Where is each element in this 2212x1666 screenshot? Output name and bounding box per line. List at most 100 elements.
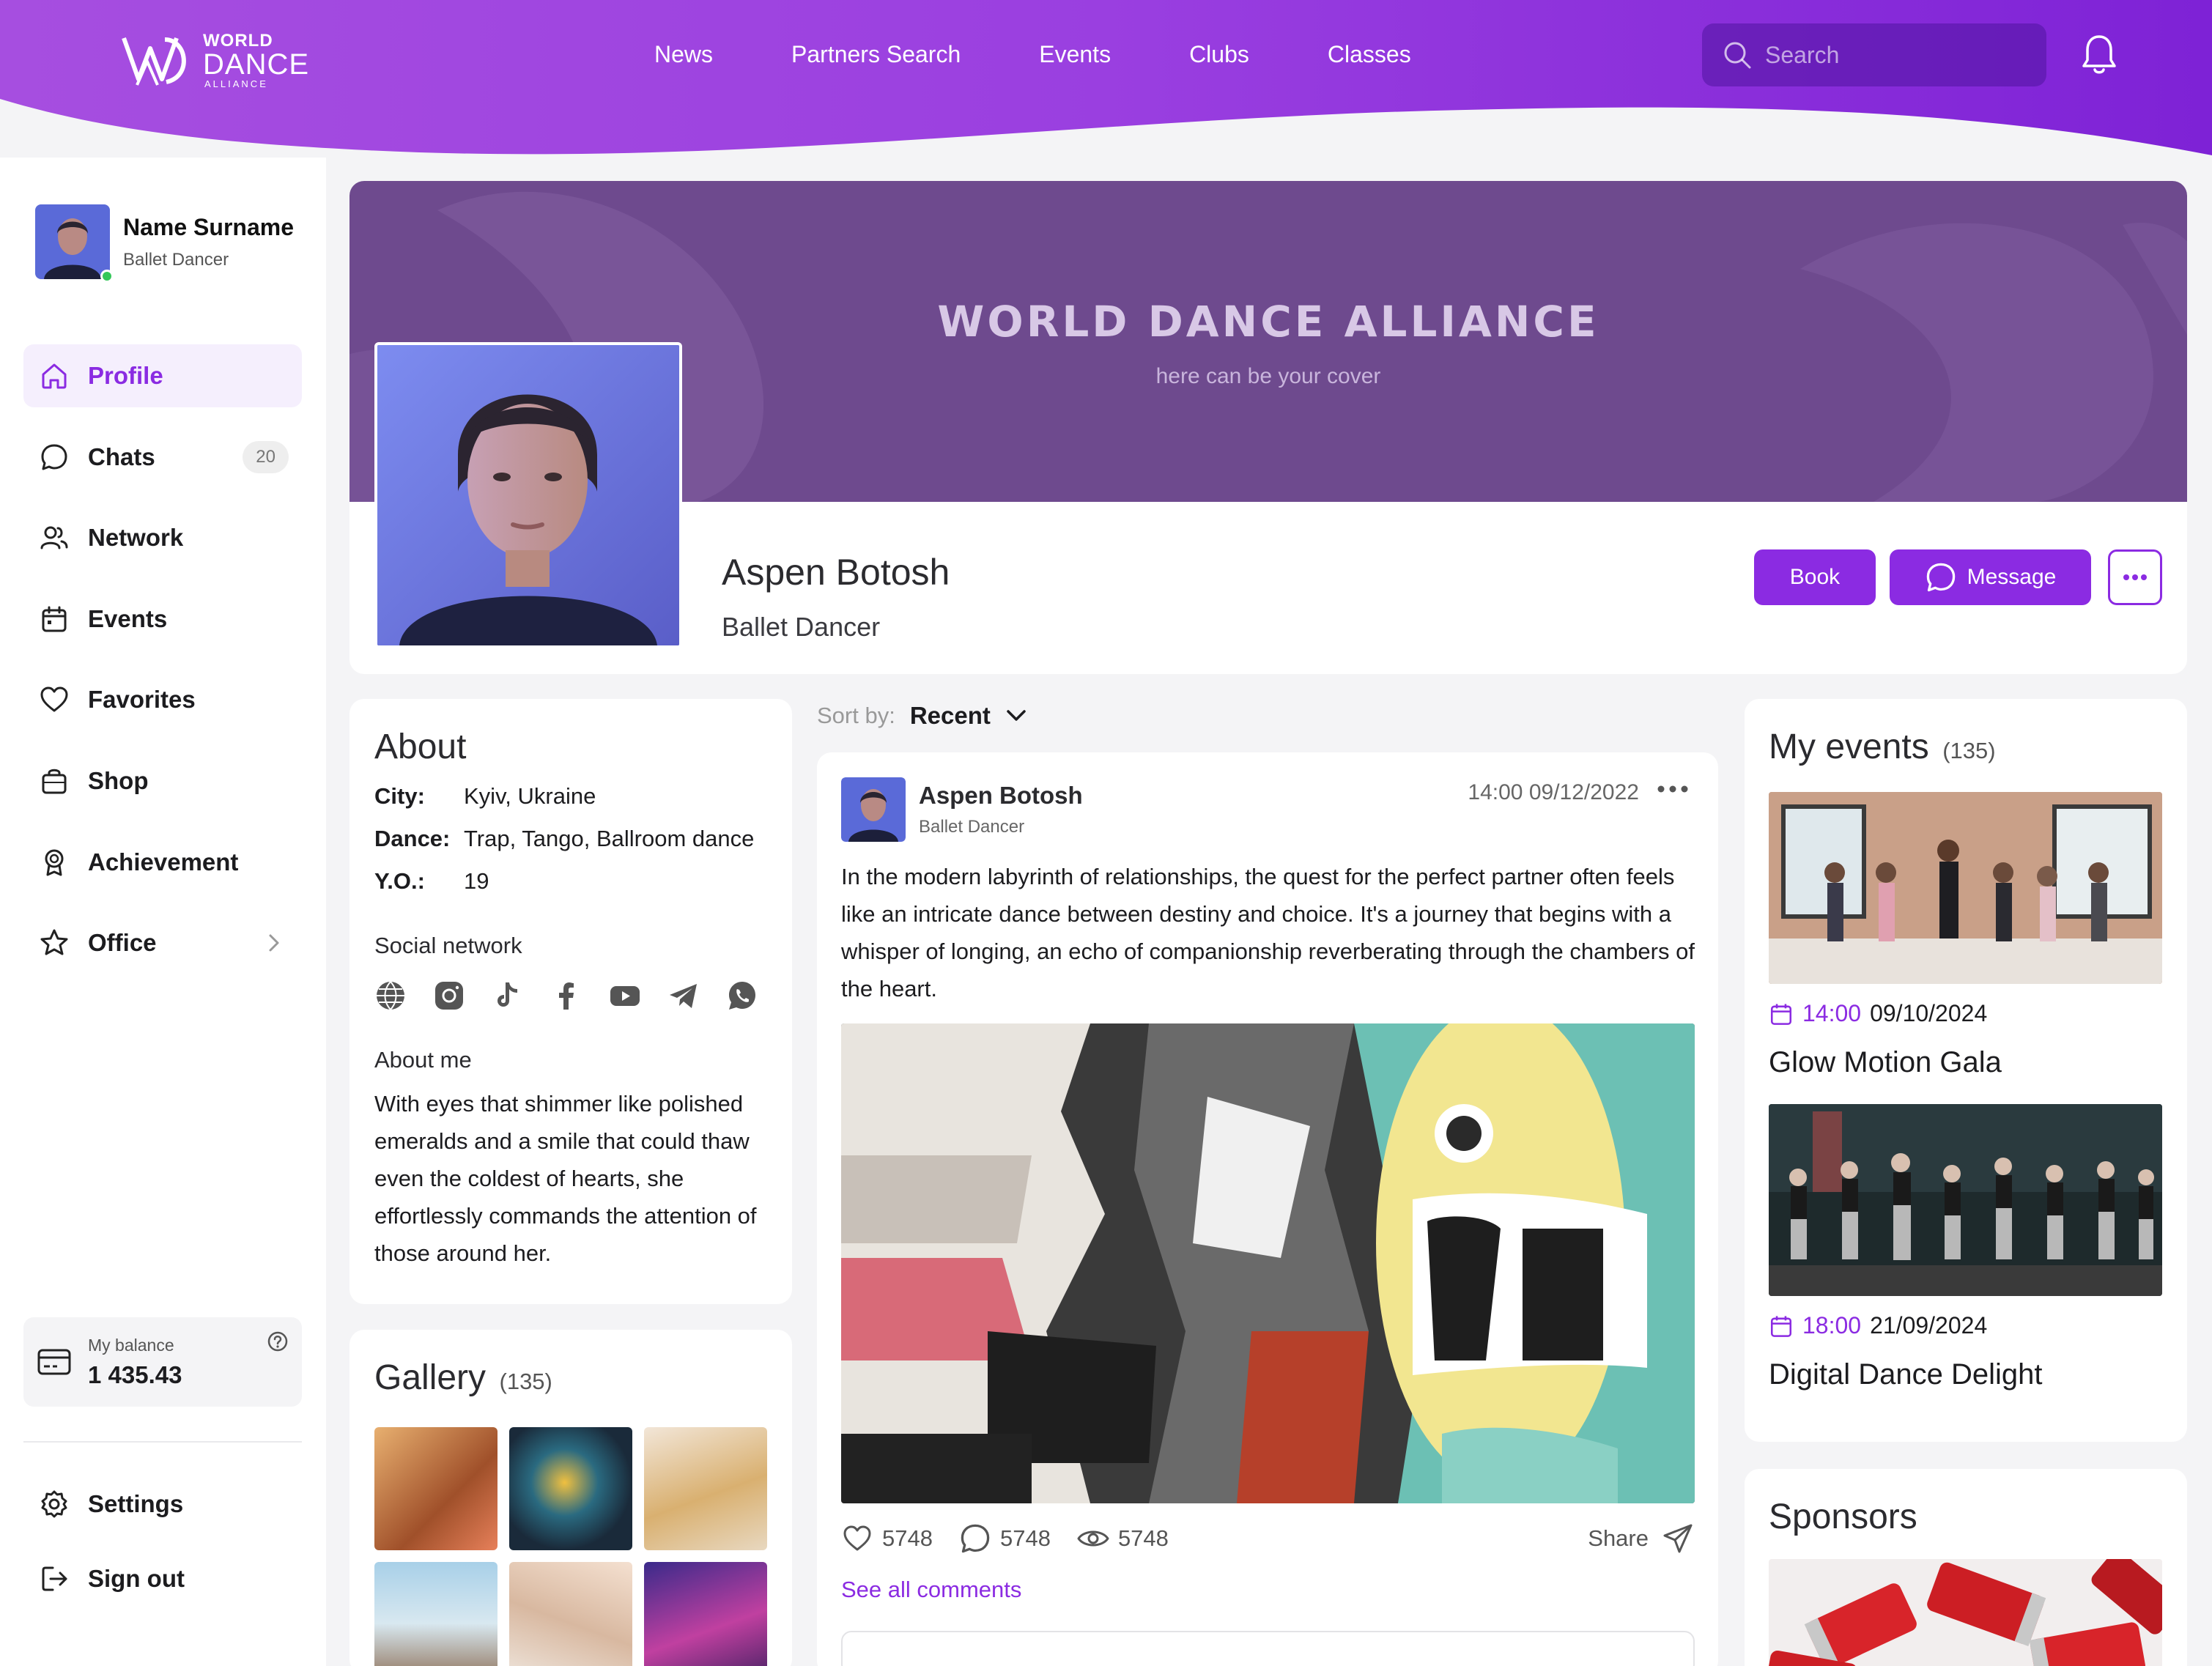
nav-clubs[interactable]: Clubs: [1189, 38, 1249, 70]
chat-icon: [38, 441, 70, 473]
sidebar-item-network[interactable]: Network: [23, 506, 302, 569]
gallery-grid: [374, 1427, 767, 1666]
sidebar-item-shop[interactable]: Shop: [23, 749, 302, 812]
gallery-thumbnail[interactable]: [509, 1427, 632, 1550]
sponsors-title: Sponsors: [1769, 1497, 1917, 1536]
like-stat[interactable]: 5748: [841, 1524, 933, 1553]
sort-control[interactable]: Sort by: Recent: [817, 702, 1027, 730]
event-item[interactable]: 14:00 09/10/2024 Glow Motion Gala: [1769, 792, 2163, 1079]
balance-card[interactable]: My balance 1 435.43: [23, 1317, 302, 1407]
sidebar-item-label: Office: [88, 929, 157, 957]
comment-input[interactable]: [841, 1631, 1695, 1666]
heart-icon[interactable]: [841, 1524, 873, 1553]
chevron-down-icon[interactable]: [1005, 708, 1027, 723]
field-value: Kyiv, Ukraine: [464, 783, 596, 809]
globe-icon[interactable]: [374, 980, 407, 1012]
field-key: City:: [374, 783, 425, 809]
current-user-card[interactable]: Name Surname Ballet Dancer: [35, 204, 294, 283]
nav-classes[interactable]: Classes: [1328, 38, 1411, 70]
facebook-icon[interactable]: [550, 980, 582, 1012]
youtube-icon[interactable]: [609, 980, 641, 1012]
telegram-icon[interactable]: [667, 980, 700, 1012]
user-name: Name Surname: [123, 213, 294, 240]
calendar-icon: [1770, 1003, 1792, 1025]
see-all-comments-link[interactable]: See all comments: [841, 1577, 1694, 1603]
sponsor-image[interactable]: [1769, 1559, 2162, 1666]
field-key: Dance:: [374, 826, 451, 851]
sidebar-item-label: Settings: [88, 1490, 184, 1517]
views-count: 5748: [1117, 1525, 1169, 1551]
search-input[interactable]: [1765, 41, 2029, 69]
help-icon[interactable]: [267, 1330, 289, 1352]
sidebar-item-achievement[interactable]: Achievement: [23, 831, 302, 894]
sidebar-item-settings[interactable]: Settings: [23, 1473, 302, 1536]
sidebar-item-label: Sign out: [88, 1565, 185, 1592]
sidebar-item-label: Achievement: [88, 848, 239, 875]
share-label: Share: [1588, 1525, 1649, 1551]
gallery-thumbnail[interactable]: [509, 1562, 632, 1666]
post-author-role: Ballet Dancer: [919, 817, 1025, 837]
sign-out-icon: [38, 1563, 70, 1595]
search-bar[interactable]: [1702, 23, 2046, 86]
sidebar-item-sign-out[interactable]: Sign out: [23, 1547, 302, 1610]
more-options-button[interactable]: [2108, 549, 2162, 605]
about-me-text: With eyes that shimmer like polished eme…: [374, 1091, 757, 1266]
profile-avatar[interactable]: [374, 342, 682, 648]
tiktok-icon[interactable]: [492, 980, 524, 1012]
book-button[interactable]: Book: [1754, 549, 1876, 605]
gallery-thumbnail[interactable]: [644, 1427, 767, 1550]
event-image[interactable]: [1769, 1104, 2162, 1296]
user-avatar[interactable]: [35, 204, 114, 283]
post-date: 09/12/2022: [1528, 780, 1639, 804]
profile-role: Ballet Dancer: [722, 612, 881, 642]
post-author-name[interactable]: Aspen Botosh: [919, 782, 1083, 810]
nav-partners-search[interactable]: Partners Search: [791, 38, 961, 70]
post-timestamp: 14:00 09/12/2022: [1468, 780, 1639, 805]
about-title: About: [374, 728, 467, 766]
gallery-thumbnail[interactable]: [374, 1562, 497, 1666]
sidebar-item-favorites[interactable]: Favorites: [23, 668, 302, 731]
sidebar-item-office[interactable]: Office: [23, 911, 302, 974]
gear-icon: [38, 1488, 70, 1520]
instagram-icon[interactable]: [433, 980, 465, 1012]
sort-value[interactable]: Recent: [910, 702, 991, 730]
views-stat: 5748: [1077, 1524, 1169, 1553]
sidebar-item-chats[interactable]: Chats 20: [23, 426, 302, 489]
gallery-card: Gallery (135): [349, 1330, 792, 1666]
event-title[interactable]: Glow Motion Gala: [1769, 1046, 2163, 1079]
sidebar-menu: Profile Chats 20 Network Events Favorite…: [23, 344, 302, 993]
comment-icon[interactable]: [959, 1522, 991, 1555]
field-value: Trap, Tango, Ballroom dance: [464, 826, 755, 851]
my-events-count: (135): [1942, 738, 1996, 763]
post-stats: 5748 5748 5748 Share: [841, 1522, 1694, 1555]
chats-count-badge: 20: [243, 440, 289, 473]
online-status-dot: [100, 270, 114, 283]
post-image[interactable]: [841, 1023, 1695, 1503]
sidebar-item-label: Shop: [88, 766, 149, 794]
share-button[interactable]: Share: [1588, 1522, 1694, 1555]
calendar-icon: [38, 603, 70, 635]
more-dots-icon: [2123, 574, 2147, 580]
comment-stat[interactable]: 5748: [959, 1522, 1051, 1555]
sidebar-item-label: Chats: [88, 443, 155, 470]
gallery-thumbnail[interactable]: [374, 1427, 497, 1550]
field-key: Y.O.:: [374, 868, 425, 894]
message-button[interactable]: Message: [1890, 549, 2091, 605]
gallery-thumbnail[interactable]: [644, 1562, 767, 1666]
post-author-avatar[interactable]: [841, 777, 906, 842]
whatsapp-icon[interactable]: [726, 980, 758, 1012]
sidebar: Name Surname Ballet Dancer Profile Chats…: [0, 158, 326, 1666]
about-me-title: About me: [374, 1047, 472, 1073]
event-image[interactable]: [1769, 792, 2162, 984]
nav-events[interactable]: Events: [1039, 38, 1111, 70]
notification-bell-icon[interactable]: [2081, 32, 2117, 76]
nav-news[interactable]: News: [654, 38, 713, 70]
post-more-icon[interactable]: [1657, 785, 1689, 793]
logo-mark-icon: [122, 37, 186, 86]
event-item[interactable]: 18:00 21/09/2024 Digital Dance Delight: [1769, 1104, 2163, 1391]
sidebar-item-events[interactable]: Events: [23, 588, 302, 651]
sidebar-item-profile[interactable]: Profile: [23, 344, 302, 407]
brand-logo[interactable]: WORLD DANCE ALLIANCE: [121, 31, 319, 89]
my-events-title: My events: [1769, 728, 1929, 766]
event-title[interactable]: Digital Dance Delight: [1769, 1358, 2163, 1391]
